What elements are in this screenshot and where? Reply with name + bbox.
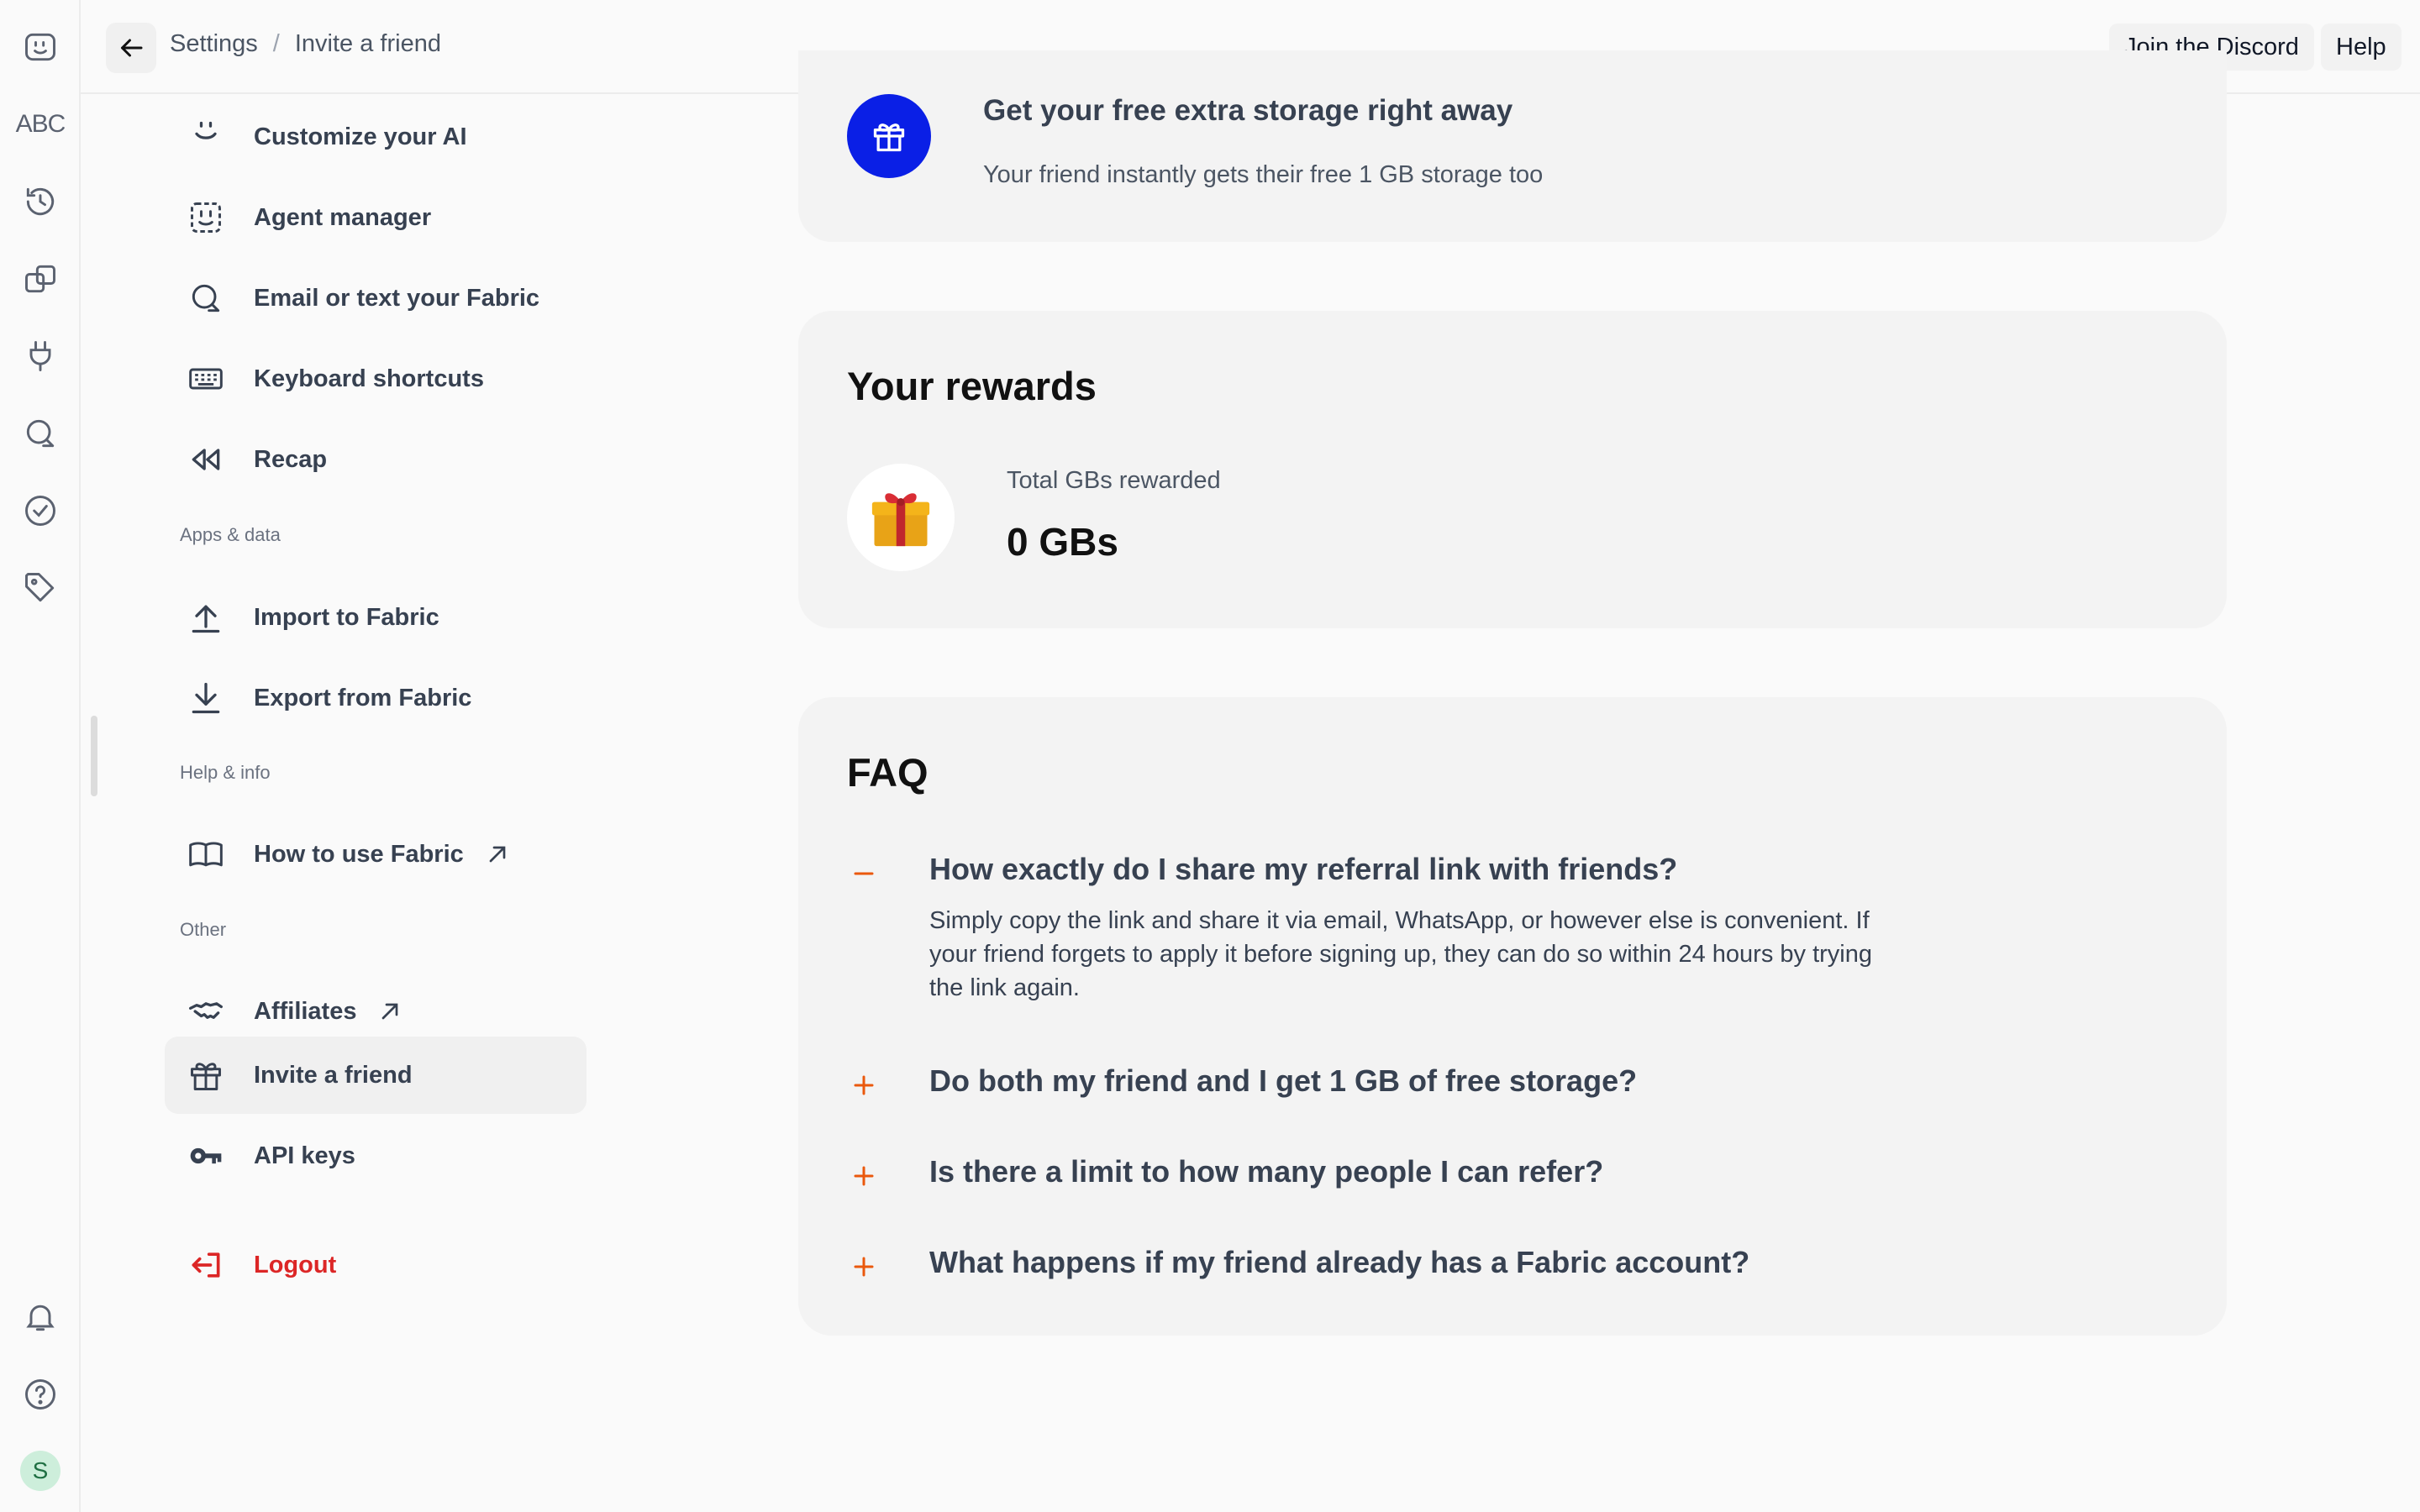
sidebar-item-label: Keyboard shortcuts xyxy=(254,365,484,392)
sidebar-item-customize-ai[interactable]: Customize your AI xyxy=(165,98,587,176)
copy-icon[interactable] xyxy=(15,254,66,304)
bell-icon[interactable] xyxy=(15,1292,66,1342)
sidebar-scrollbar[interactable] xyxy=(91,716,97,796)
handshake-icon xyxy=(187,992,225,1031)
storage-card: Get your free extra storage right away Y… xyxy=(798,50,2227,242)
faq-question[interactable]: What happens if my friend already has a … xyxy=(929,1245,1749,1280)
faq-question[interactable]: Do both my friend and I get 1 GB of free… xyxy=(929,1063,1637,1099)
breadcrumb: Settings / Invite a friend xyxy=(170,30,441,58)
sidebar-item-import[interactable]: Import to Fabric xyxy=(165,579,587,656)
faq-answer: Simply copy the link and share it via em… xyxy=(929,907,1872,1001)
breadcrumb-separator: / xyxy=(272,30,280,57)
arrow-left-icon xyxy=(121,39,143,57)
sidebar-item-label: Customize your AI xyxy=(254,123,467,150)
sidebar-item-recap[interactable]: Recap xyxy=(165,421,587,498)
help-button[interactable]: Help xyxy=(2321,24,2402,71)
breadcrumb-current: Invite a friend xyxy=(294,30,441,57)
gift-badge xyxy=(847,94,931,178)
sidebar-item-label: Email or text your Fabric xyxy=(254,284,540,312)
gift-icon xyxy=(187,1056,225,1095)
plus-icon[interactable] xyxy=(847,1250,881,1284)
chat-search-icon xyxy=(187,279,225,318)
gift-icon xyxy=(873,123,905,152)
rewind-icon xyxy=(187,440,225,479)
logout-label: Logout xyxy=(254,1251,337,1278)
faq-question[interactable]: Is there a limit to how many people I ca… xyxy=(929,1154,1603,1189)
key-icon xyxy=(187,1137,225,1175)
sidebar-item-label: Import to Fabric xyxy=(254,603,439,631)
chat-icon[interactable] xyxy=(15,408,66,459)
breadcrumb-settings[interactable]: Settings xyxy=(170,30,258,58)
storage-title: Get your free extra storage right away xyxy=(983,94,1513,127)
keyboard-icon xyxy=(187,360,225,398)
wrapped-gift-icon xyxy=(847,464,955,571)
plus-icon[interactable] xyxy=(847,1159,881,1193)
plus-icon[interactable] xyxy=(847,1068,881,1102)
section-label-other: Other xyxy=(180,919,227,940)
rewards-title: Your rewards xyxy=(847,364,1097,408)
sidebar-item-api-keys[interactable]: API keys xyxy=(165,1117,587,1194)
check-circle-icon[interactable] xyxy=(15,486,66,536)
storage-subtitle: Your friend instantly gets their free 1 … xyxy=(983,161,1544,188)
smile-icon xyxy=(187,118,225,156)
sidebar-item-how-to-use[interactable]: How to use Fabric xyxy=(165,816,587,893)
plug-icon[interactable] xyxy=(15,331,66,381)
logout-button[interactable]: Logout xyxy=(165,1226,587,1304)
avatar[interactable]: S xyxy=(20,1451,60,1491)
faq-card: FAQ How exactly do I share my referral l… xyxy=(798,697,2227,1336)
history-icon[interactable] xyxy=(15,176,66,227)
section-label-apps: Apps & data xyxy=(180,524,281,545)
rewards-card: Your rewards Total GBs rewarded 0 GBs xyxy=(798,311,2227,628)
sidebar-item-label: Recap xyxy=(254,445,328,473)
tag-icon[interactable] xyxy=(15,563,66,613)
sidebar-item-label: Invite a friend xyxy=(254,1061,413,1089)
sidebar-item-label: API keys xyxy=(254,1142,355,1169)
total-gb-label: Total GBs rewarded xyxy=(1007,467,1221,494)
avatar-initial: S xyxy=(32,1457,49,1483)
download-icon xyxy=(187,679,225,717)
sidebar-item-email-text[interactable]: Email or text your Fabric xyxy=(165,260,587,337)
back-button[interactable] xyxy=(106,23,156,73)
fabric-logo-icon[interactable] xyxy=(15,22,66,72)
faq-question[interactable]: How exactly do I share my referral link … xyxy=(929,852,1677,887)
sidebar-item-agent-manager[interactable]: Agent manager xyxy=(165,179,587,256)
sidebar-item-keyboard-shortcuts[interactable]: Keyboard shortcuts xyxy=(165,340,587,417)
minus-icon[interactable] xyxy=(847,857,881,890)
sidebar-item-invite-friend[interactable]: Invite a friend xyxy=(165,1037,587,1114)
faq-title: FAQ xyxy=(847,750,929,795)
upload-icon xyxy=(187,598,225,637)
translate-icon-text: ABC xyxy=(15,110,66,138)
external-link-icon xyxy=(376,998,403,1025)
icon-rail: ABC S xyxy=(0,0,81,1512)
book-icon xyxy=(187,835,225,874)
sidebar-item-export[interactable]: Export from Fabric xyxy=(165,659,587,737)
translate-icon[interactable]: ABC xyxy=(15,99,66,150)
section-label-help: Help & info xyxy=(180,762,271,783)
sidebar-item-label: How to use Fabric xyxy=(254,840,464,868)
total-gb-value: 0 GBs xyxy=(1007,520,1118,564)
help-circle-icon[interactable] xyxy=(15,1369,66,1420)
external-link-icon xyxy=(484,841,511,868)
agent-face-icon xyxy=(187,198,225,237)
sidebar-item-label: Agent manager xyxy=(254,203,432,231)
logout-icon xyxy=(187,1246,225,1284)
sidebar-item-label: Export from Fabric xyxy=(254,684,472,711)
sidebar-item-label: Affiliates xyxy=(254,997,357,1025)
